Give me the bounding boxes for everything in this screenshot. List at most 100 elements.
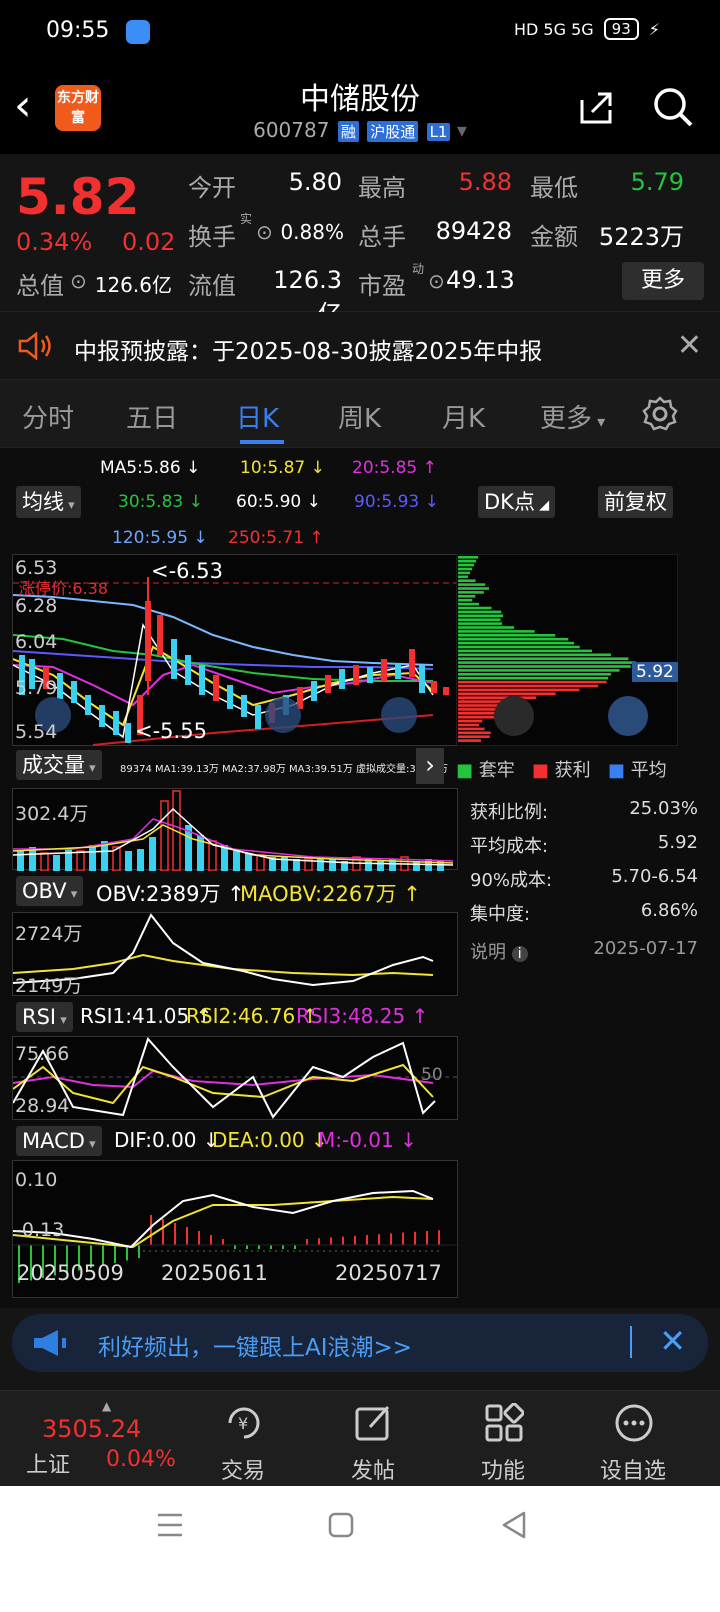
stat-concentration: 集中度: 6.86% [470,900,698,926]
info-icon[interactable]: ⊙ [70,269,87,293]
bottom-toolbar: 3505.24 ▲ 上证 0.04% ¥ 交易 发帖 功能 设自选 [0,1390,720,1486]
rsi-axis-top: 75.66 [15,1043,70,1065]
chevron-right-icon[interactable]: › [416,748,444,784]
rsi-selector[interactable]: RSI ▾ [16,1002,73,1032]
connect-tag: 沪股通 [367,121,419,142]
macd-selector[interactable]: MACD ▾ [16,1126,102,1156]
add-watchlist-button[interactable]: 设自选 [568,1391,698,1487]
ma-selector[interactable]: 均线 ▾ [16,486,81,518]
profile-legend: ■ 套牢 ■ 获利 ■ 平均 [456,756,667,782]
share-icon[interactable] [576,88,616,128]
stat-profit-ratio: 获利比例: 25.03% [470,798,698,824]
amount-value: 5223万 [598,223,684,251]
tab-monthly-k[interactable]: 月K [442,398,485,435]
edit-icon [355,1405,390,1441]
margin-tag: 融 [337,121,359,142]
adjust-button[interactable]: 前复权 [598,486,673,518]
scroll-back-icon [381,697,417,733]
chip-bar [458,614,504,618]
volume-bar [40,852,49,872]
more-quote-button[interactable]: 更多 [622,262,704,300]
megaphone-icon [34,1330,66,1356]
volume-chart: 302.4万 [12,788,458,872]
dea-value: DEA:0.00 [212,1128,305,1152]
notice-bar[interactable]: 中报预披露：于2025-08-30披露2025年中报 ✕ [0,312,720,380]
banner-text: 利好频出，一键跟上AI浪潮>> [98,1335,413,1361]
open-value: 5.80 [288,168,342,196]
legend-average: 平均 [630,760,667,781]
ma20-label: 20:5.85 ↑ [352,458,437,478]
chevron-down-icon: ▾ [592,412,606,431]
stat-value: 25.03% [629,798,698,819]
ma250-value: 250:5.71 [228,528,305,548]
chevron-up-icon: ▲ [102,1399,112,1413]
speaker-icon [18,332,51,360]
profile-note-row[interactable]: 说明 i 2025-07-17 [470,938,698,964]
high-label: 最高 [358,174,406,202]
chip-bar [458,563,474,567]
stock-header: ‹ 东方财富 中储股份 600787 融 沪股通 L1 ▾ [0,64,720,154]
tab-more[interactable]: 更多 ▾ [540,398,605,435]
macd-selector-label: MACD [22,1129,85,1153]
home-icon[interactable] [328,1512,354,1538]
rsi-selector-label: RSI [22,1005,57,1029]
promo-banner[interactable]: 利好频出，一键跟上AI浪潮>> ✕ [12,1314,708,1372]
status-icons: HD 5G 5G 93 ⚡ [514,18,660,40]
system-nav-bar [0,1486,720,1612]
mcap-label: 总值 [16,272,64,300]
volume-value: 89428 [435,217,512,245]
macd-axis-top: 0.10 [15,1169,58,1191]
info-icon[interactable]: i [511,946,528,962]
network-indicator: HD 5G 5G [513,19,594,39]
dk-point-button[interactable]: DK点 ◢ [478,486,556,518]
level-tag: L1 [426,123,451,141]
chip-bar [458,645,580,649]
low-label: 最低 [530,174,578,202]
info-icon[interactable]: ⊙ [256,220,273,244]
info-icon[interactable]: ⊙ [428,269,445,293]
index-ticker[interactable]: 3505.24 ▲ 上证 0.04% [16,1391,176,1487]
dif-label: DIF:0.00 ↓ [114,1128,220,1152]
low-value: 5.79 [630,168,684,196]
chip-bar [458,688,580,692]
k-chart[interactable]: 6.53 6.28 6.04 5.79 5.54 涨停价:6.38 <-6.53… [12,554,459,746]
close-icon[interactable]: ✕ [677,328,702,363]
post-button[interactable]: 发帖 [308,1391,438,1487]
tab-underline [240,440,284,444]
menu-icon[interactable] [156,1512,184,1538]
chip-bar [458,595,476,598]
tab-daily-k[interactable]: 日K [236,398,279,435]
chip-bar [458,571,470,575]
functions-button[interactable]: 功能 [438,1391,568,1487]
chart-tabs: 分时 五日 日K 周K 月K 更多 ▾ [0,380,720,448]
volume-bar [53,855,60,871]
open-label: 今开 [188,174,236,202]
limit-price-label: 涨停价:6.38 [19,579,109,598]
legend-swatch: ■ [456,760,474,781]
obv-selector[interactable]: OBV ▾ [16,876,84,906]
chip-bar [458,669,620,672]
ma120-value: 120:5.95 [112,528,189,548]
profile-date: 2025-07-17 [593,938,698,959]
rsi-chart: 75.66 28.94 50 [12,1036,459,1120]
chip-bar [458,657,629,660]
tab-intraday[interactable]: 分时 [22,398,74,435]
chip-bar [458,587,489,590]
chip-bar [458,598,473,602]
notice-text: 中报预披露：于2025-08-30披露2025年中报 [74,339,543,365]
macd-m-value: M:-0.01 [318,1128,394,1152]
back-nav-icon[interactable] [500,1510,528,1540]
trade-button[interactable]: ¥ 交易 [178,1391,308,1487]
gear-icon[interactable] [642,396,678,432]
volume-selector[interactable]: 成交量 ▾ [16,750,102,780]
pe-label: 市盈 [358,272,406,300]
last-price: 5.82 [16,168,140,226]
obv-value: OBV:2389万 [96,882,221,906]
tab-five-day[interactable]: 五日 [126,398,178,435]
chip-bar [458,575,468,579]
tab-weekly-k[interactable]: 周K [338,398,381,435]
trade-icon: ¥ [228,1407,260,1439]
search-icon[interactable] [652,86,694,128]
close-icon[interactable]: ✕ [659,1322,686,1360]
chip-bar [458,735,490,738]
